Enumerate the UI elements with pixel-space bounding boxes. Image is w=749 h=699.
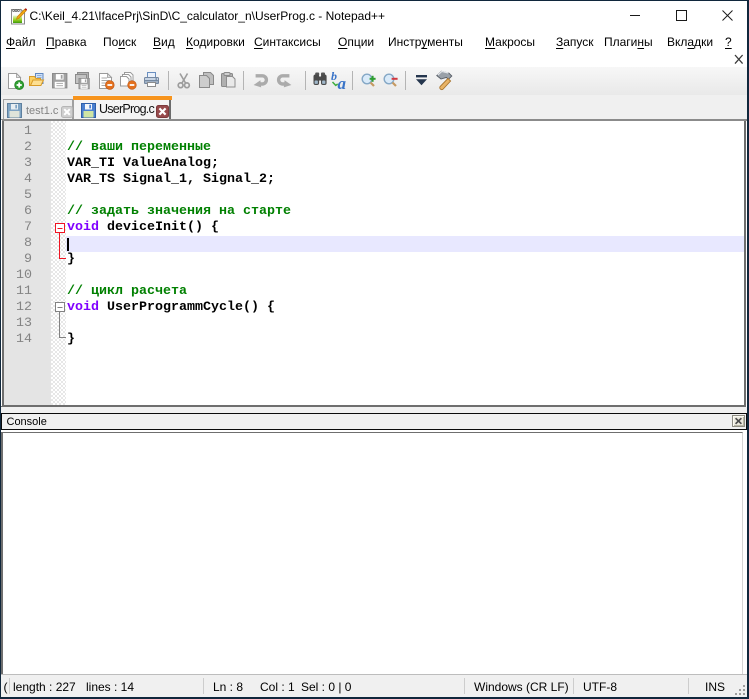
svg-text:a: a bbox=[338, 74, 347, 93]
svg-text:b: b bbox=[331, 69, 337, 83]
